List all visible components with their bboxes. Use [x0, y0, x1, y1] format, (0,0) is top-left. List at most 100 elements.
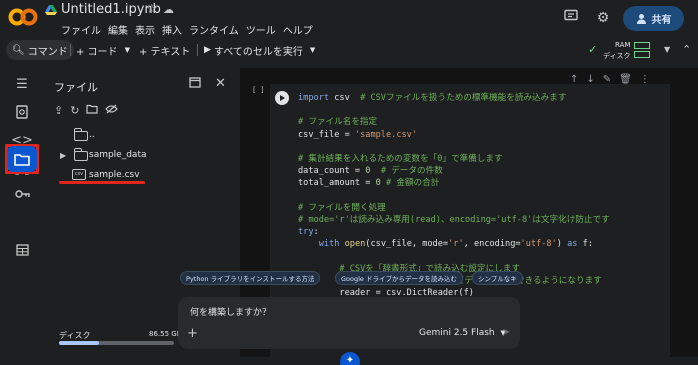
- code-function: open: [344, 239, 366, 250]
- files-rail-button[interactable]: [7, 146, 37, 172]
- file-row-sample-data[interactable]: ▶ sample_data: [44, 146, 234, 164]
- menu-insert[interactable]: 挿入: [162, 22, 182, 37]
- chevron-down-icon[interactable]: ▼: [310, 46, 315, 54]
- chevron-down-icon[interactable]: ▼: [664, 45, 670, 54]
- ai-prompt-input[interactable]: 何を構築しますか？: [190, 305, 271, 318]
- toolbar: 🔍︎ コマンド + コード ▼ + テキスト ▶ すべてのセルを実行 ▼ ✓ R…: [0, 38, 698, 62]
- secrets-key-icon[interactable]: [12, 184, 32, 204]
- run-cell-button[interactable]: [275, 91, 289, 105]
- refresh-icon[interactable]: ↻: [70, 104, 79, 117]
- search-icon: 🔍︎: [12, 44, 25, 56]
- code-keyword: import: [298, 93, 330, 103]
- suggestion-chip[interactable]: Google ドライブからデータを読み込む: [335, 271, 463, 285]
- code-line: # ファイル名を指定: [298, 117, 378, 128]
- toolbar-divider: [70, 44, 71, 56]
- suggestion-chip[interactable]: シンプルなキ: [472, 271, 523, 285]
- move-down-icon[interactable]: ↓: [586, 74, 594, 85]
- open-in-tab-icon[interactable]: [189, 77, 201, 92]
- menu-help[interactable]: ヘルプ: [283, 22, 313, 37]
- add-code-button[interactable]: + コード ▼: [76, 40, 130, 60]
- mount-drive-icon[interactable]: [86, 104, 99, 117]
- resource-monitor[interactable]: ✓ RAM ディスク: [588, 39, 658, 61]
- code-keyword: try: [298, 227, 314, 238]
- code-number: 0: [365, 166, 371, 177]
- code-keyword: with: [318, 239, 340, 250]
- code-line: # ファイルを開く処理: [298, 202, 386, 213]
- collapse-icon[interactable]: ⌃: [682, 43, 691, 56]
- left-rail: ☰ <>: [0, 62, 44, 365]
- disk-usage-fill: [59, 341, 100, 345]
- code-line: # 集計結果を入れるための変数を「0」で準備します: [298, 154, 503, 165]
- code-line: data_count = 0 # データの件数: [298, 166, 443, 177]
- code-string: 'utf-8': [520, 239, 557, 250]
- edit-icon[interactable]: ✎: [603, 74, 611, 85]
- code-line: # mode='r'は読み込み専用(read)、encoding='utf-8'…: [298, 215, 610, 226]
- share-button[interactable]: 共有: [623, 6, 684, 31]
- close-icon[interactable]: ✕: [215, 76, 226, 91]
- gear-icon[interactable]: ⚙: [594, 9, 612, 27]
- colab-logo-icon[interactable]: [8, 6, 38, 28]
- add-text-label: + テキスト: [139, 46, 191, 58]
- disk-bar: [634, 51, 650, 58]
- disk-usage-bar: [59, 341, 174, 345]
- code-comment: # CSVファイルを扱うための標準機能を読み込みます: [360, 93, 567, 103]
- add-icon[interactable]: +: [187, 326, 198, 341]
- code-string: 'r': [448, 239, 464, 250]
- connected-check-icon: ✓: [588, 43, 598, 56]
- share-label: 共有: [651, 15, 672, 26]
- play-icon: ▶: [204, 45, 211, 55]
- person-icon: [636, 14, 646, 24]
- star-icon[interactable]: ☆: [146, 2, 158, 17]
- add-code-label: + コード: [76, 46, 118, 58]
- disk-size: 86.55 GB: [149, 330, 182, 338]
- chevron-right-icon[interactable]: ▶: [60, 151, 66, 160]
- file-name: ..: [89, 130, 95, 140]
- drive-icon: [45, 5, 57, 15]
- run-all-label: すべてのセルを実行: [213, 46, 303, 58]
- command-palette-button[interactable]: 🔍︎ コマンド: [6, 40, 74, 60]
- menu-bar: ファイル 編集 表示 挿入 ランタイム ツール ヘルプ: [61, 22, 313, 37]
- code-string: 'sample.csv': [354, 129, 418, 140]
- menu-tools[interactable]: ツール: [246, 22, 276, 37]
- code-line: csv_file = 'sample.csv': [298, 129, 418, 140]
- disk-label: ディスク: [59, 331, 91, 340]
- run-all-button[interactable]: ▶ すべてのセルを実行 ▼: [204, 40, 315, 60]
- code-line: with open(csv_file, mode='r', encoding='…: [318, 239, 594, 250]
- files-toolbar: ⇪ ↻: [54, 104, 119, 117]
- suggestion-chip[interactable]: Python ライブラリをインストールする方法: [180, 271, 321, 285]
- ram-bar: [634, 42, 650, 49]
- hidden-files-icon[interactable]: [105, 104, 119, 117]
- csv-file-icon: csv: [72, 169, 86, 180]
- disk-label: ディスク: [603, 52, 631, 60]
- annotation-underline: [59, 181, 145, 184]
- move-up-icon[interactable]: ↑: [570, 74, 578, 85]
- code-editor[interactable]: import csv # CSVファイルを扱うための標準機能を読み込みます # …: [298, 92, 610, 299]
- file-row-parent[interactable]: ..: [44, 126, 234, 144]
- menu-runtime[interactable]: ランタイム: [189, 22, 239, 37]
- file-name: sample.csv: [89, 170, 140, 180]
- model-name: Gemini 2.5 Flash: [419, 328, 495, 338]
- find-icon[interactable]: [12, 102, 32, 122]
- menu-file[interactable]: ファイル: [61, 22, 101, 37]
- delete-icon[interactable]: 🗑︎: [619, 74, 632, 85]
- add-text-button[interactable]: + テキスト: [139, 40, 190, 60]
- menu-view[interactable]: 表示: [135, 22, 155, 37]
- menu-edit[interactable]: 編集: [108, 22, 128, 37]
- file-name: sample_data: [89, 150, 147, 160]
- chevron-down-icon[interactable]: ▼: [125, 46, 130, 54]
- more-vert-icon[interactable]: ⋮: [640, 74, 650, 85]
- ai-prompt-box[interactable]: 何を構築しますか？ + Gemini 2.5 Flash ▼ ➤: [178, 297, 520, 349]
- cloud-icon[interactable]: ☁: [163, 3, 174, 16]
- send-icon[interactable]: ➤: [502, 327, 510, 338]
- comment-icon[interactable]: [562, 9, 580, 27]
- model-selector[interactable]: Gemini 2.5 Flash ▼: [419, 328, 506, 338]
- code-line: total_amount = 0 # 金額の合計: [298, 178, 440, 189]
- toc-icon[interactable]: ☰: [12, 74, 32, 94]
- upload-icon[interactable]: ⇪: [54, 104, 63, 117]
- gemini-spark-icon[interactable]: ✦: [340, 352, 360, 365]
- terminal-table-icon[interactable]: [12, 240, 32, 260]
